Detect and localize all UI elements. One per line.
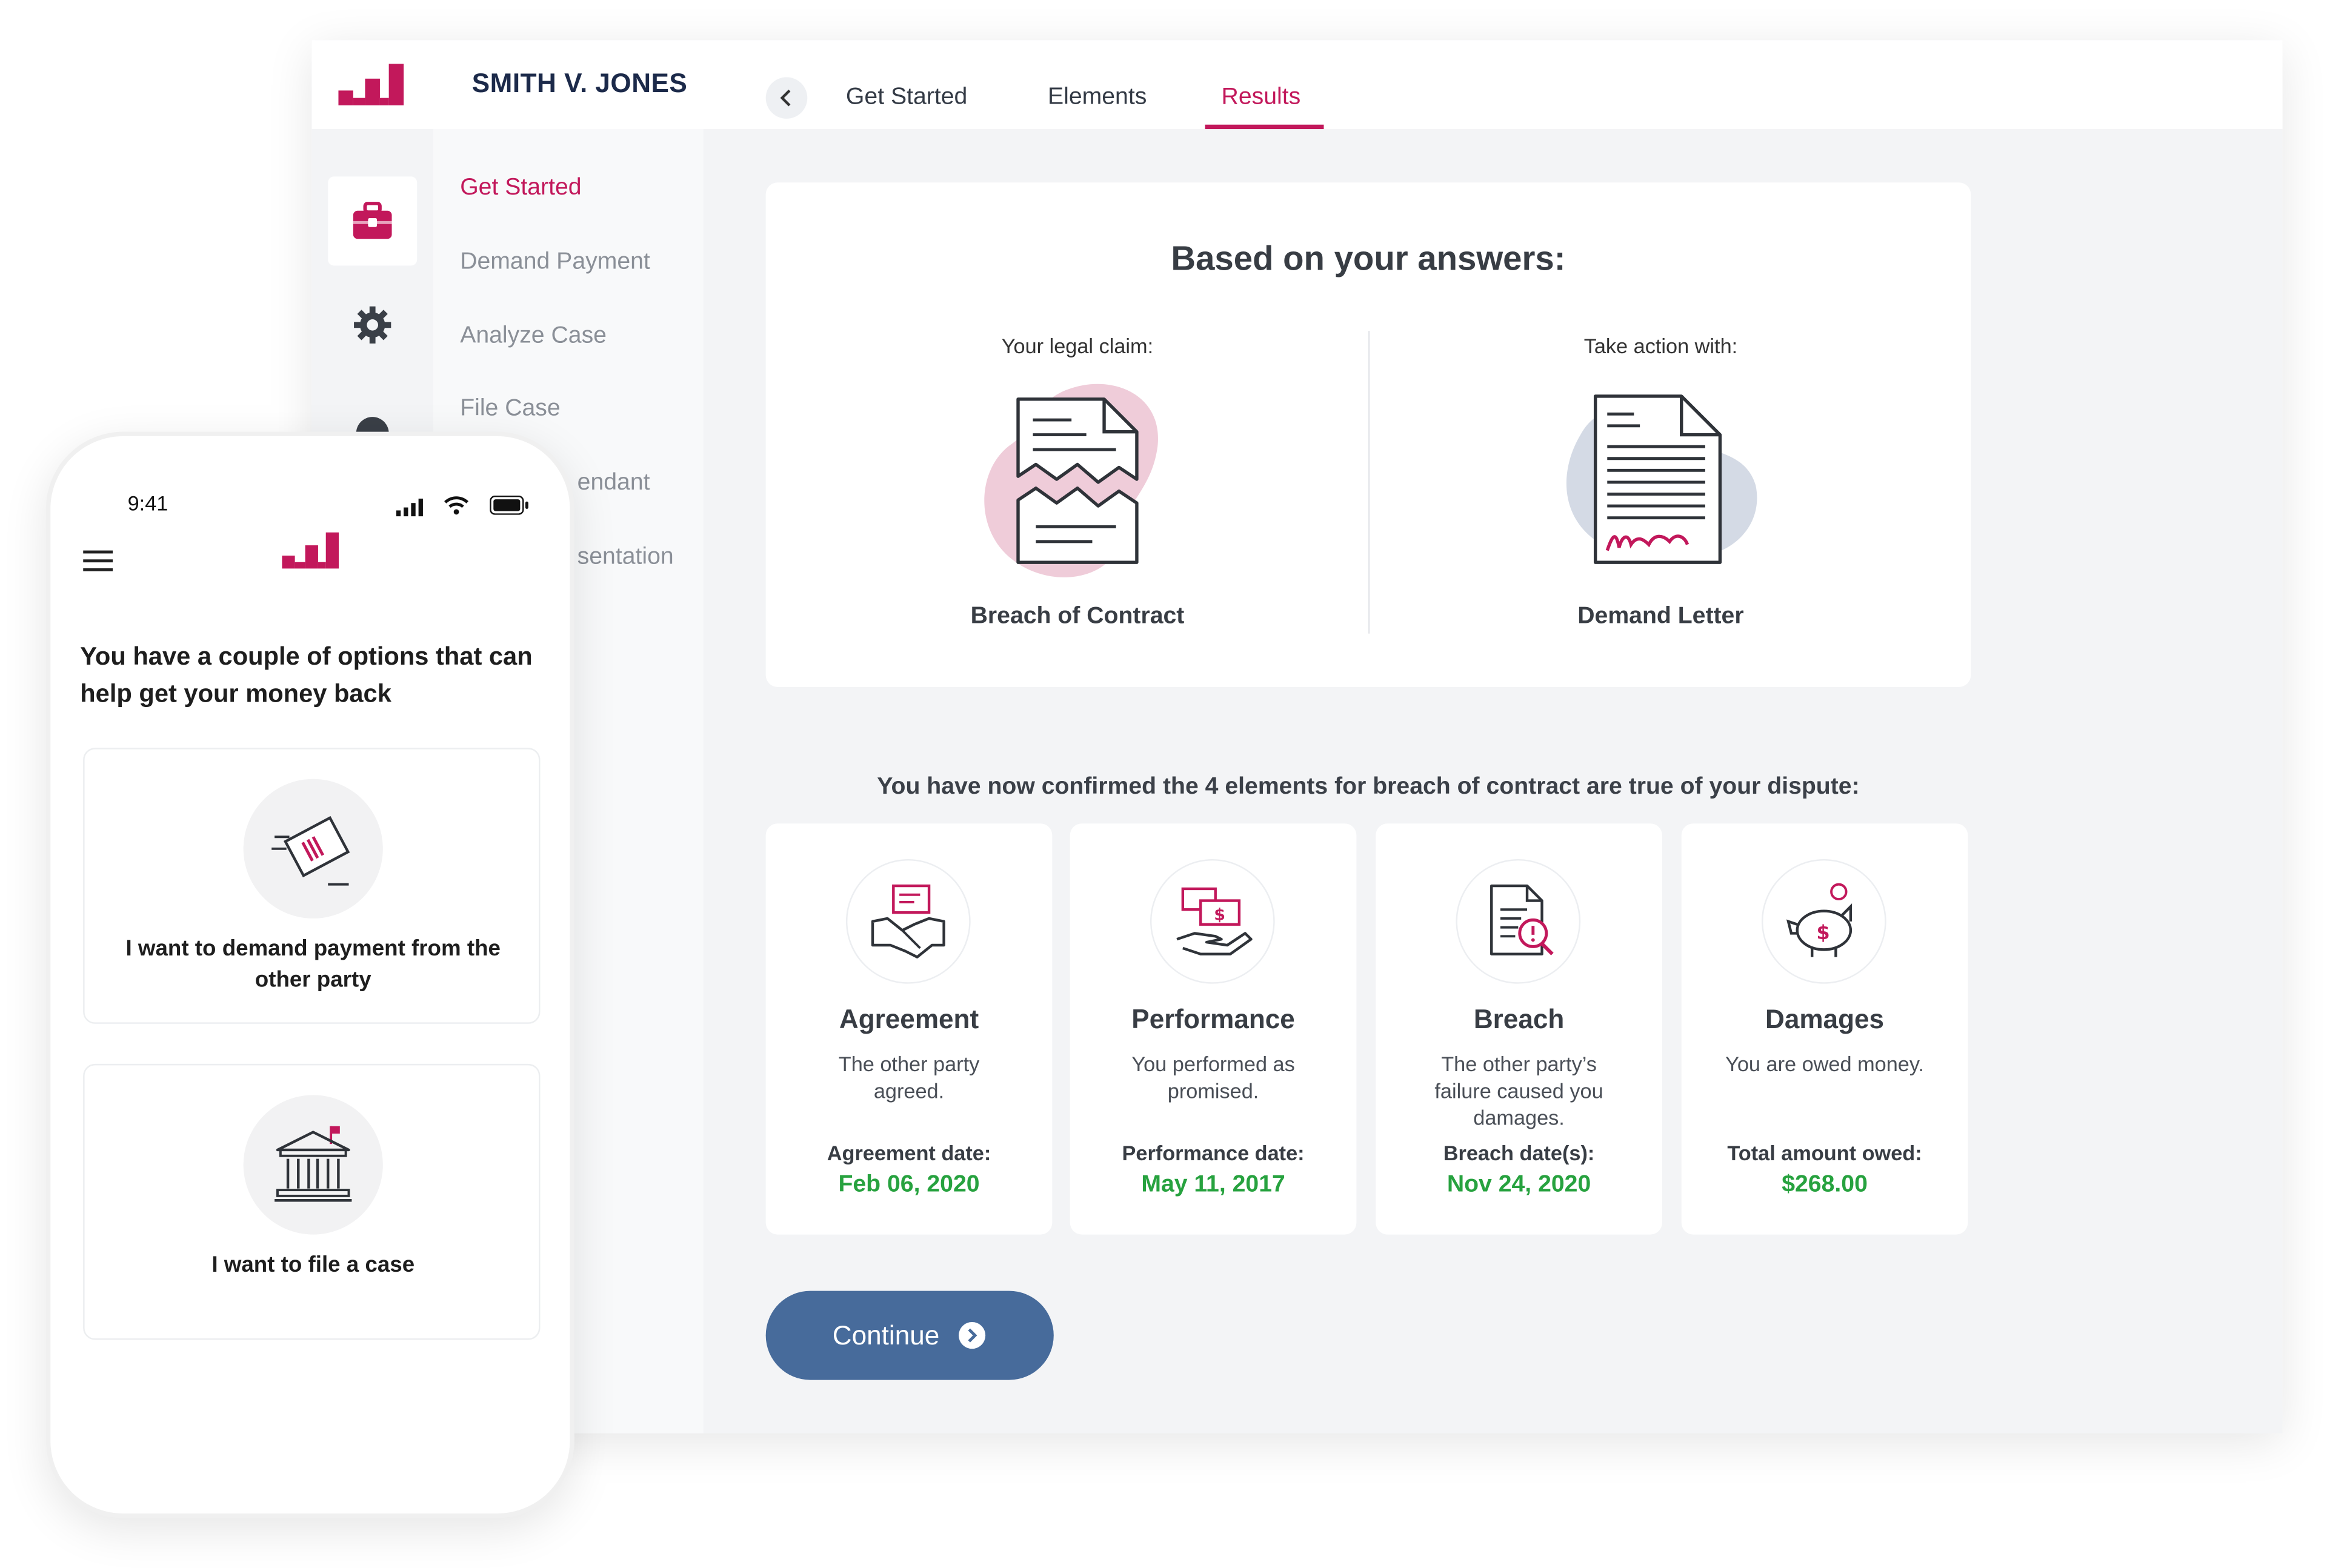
subnav-get-started[interactable]: Get Started [460,175,581,202]
brand-logo [282,532,339,569]
svg-text:$: $ [1817,921,1830,944]
element-title: Performance [1131,1004,1295,1034]
option-label: I want to demand payment from the other … [125,936,501,993]
desktop-app-window: SMITH V. JONES Get Started Elements Resu… [311,40,2283,1433]
gear-icon [354,306,391,344]
svg-text:$: $ [1214,905,1225,924]
continue-button[interactable]: Continue [765,1291,1054,1380]
element-date-value: May 11, 2017 [1141,1172,1285,1198]
hamburger-menu-icon[interactable] [83,549,113,573]
claim-name: Breach of Contract [970,603,1185,630]
wifi-icon [444,496,469,515]
element-description: You are owed money. [1725,1052,1924,1076]
invoice-icon [243,779,383,919]
element-card-damages: $ Damages You are owed money. Total amou… [1681,823,1968,1235]
element-date-value: Nov 24, 2020 [1446,1172,1591,1198]
torn-contract-icon [984,384,1158,577]
element-date-label: Performance date: [1122,1141,1305,1165]
subnav-file-case[interactable]: File Case [460,396,560,423]
element-description: The other party’s failure caused you dam… [1434,1052,1603,1129]
element-card-performance: $ Performance You performed as promised.… [1070,823,1357,1235]
action-name: Demand Letter [1577,603,1744,630]
phone-heading: You have a couple of options that can he… [80,642,533,708]
status-time: 9:41 [127,491,168,515]
element-title: Damages [1765,1004,1885,1034]
mobile-phone-frame: 9:41 You have a couple of options that c… [45,431,574,1518]
element-description: The other party agreed. [838,1052,980,1103]
claim-label: Your legal claim: [1001,334,1154,358]
document-alert-icon [1456,859,1581,984]
rail-item-settings[interactable] [350,303,394,347]
back-button[interactable] [765,77,808,119]
demand-letter-icon [1566,394,1757,564]
element-title: Breach [1473,1004,1565,1034]
continue-label: Continue [832,1320,940,1350]
piggy-bank-icon: $ [1761,859,1886,984]
handshake-icon [845,859,971,984]
element-description: You performed as promised. [1131,1052,1295,1103]
option-label: I want to file a case [211,1252,415,1278]
answers-card: Based on your answers: Your legal claim:… [765,182,1971,687]
element-card-agreement: Agreement The other party agreed. Agreem… [765,823,1053,1235]
element-date-label: Breach date(s): [1443,1141,1595,1165]
element-card-breach: Breach The other party’s failure caused … [1376,823,1662,1235]
answers-title: Based on your answers: [1171,239,1566,277]
chevron-left-icon [780,89,791,107]
subnav-representation[interactable]: sentation [578,545,674,571]
element-date-label: Total amount owed: [1727,1141,1922,1165]
payment-hand-icon: $ [1150,859,1275,984]
element-title: Agreement [839,1004,979,1034]
element-date-value: Feb 06, 2020 [838,1172,980,1198]
chevron-circle-right-icon [959,1322,986,1349]
element-date-label: Agreement date: [827,1141,991,1165]
courthouse-icon [243,1095,383,1235]
active-tab-indicator [1205,124,1324,130]
tab-elements[interactable]: Elements [1048,85,1147,111]
battery-icon [490,495,528,515]
subnav-demand-payment[interactable]: Demand Payment [460,249,650,276]
case-title: SMITH V. JONES [471,68,688,98]
signal-icon [396,498,423,517]
option-file-case[interactable]: I want to file a case [83,1063,541,1340]
subnav-defendant[interactable]: endant [578,470,650,497]
rail-item-cases[interactable] [328,176,418,266]
confirmation-message: You have now confirmed the 4 elements fo… [877,774,1860,800]
tab-results[interactable]: Results [1222,85,1301,111]
element-date-value: $268.00 [1782,1172,1868,1198]
results-panel: Based on your answers: Your legal claim:… [704,129,2283,1433]
subnav-analyze-case[interactable]: Analyze Case [460,324,607,350]
tab-get-started[interactable]: Get Started [846,85,967,111]
action-label: Take action with: [1583,334,1738,358]
column-divider [1368,331,1370,634]
top-bar: SMITH V. JONES Get Started Elements Resu… [311,40,2283,130]
brand-logo [338,64,404,105]
option-demand-payment[interactable]: I want to demand payment from the other … [83,748,541,1024]
briefcase-icon [353,202,392,239]
